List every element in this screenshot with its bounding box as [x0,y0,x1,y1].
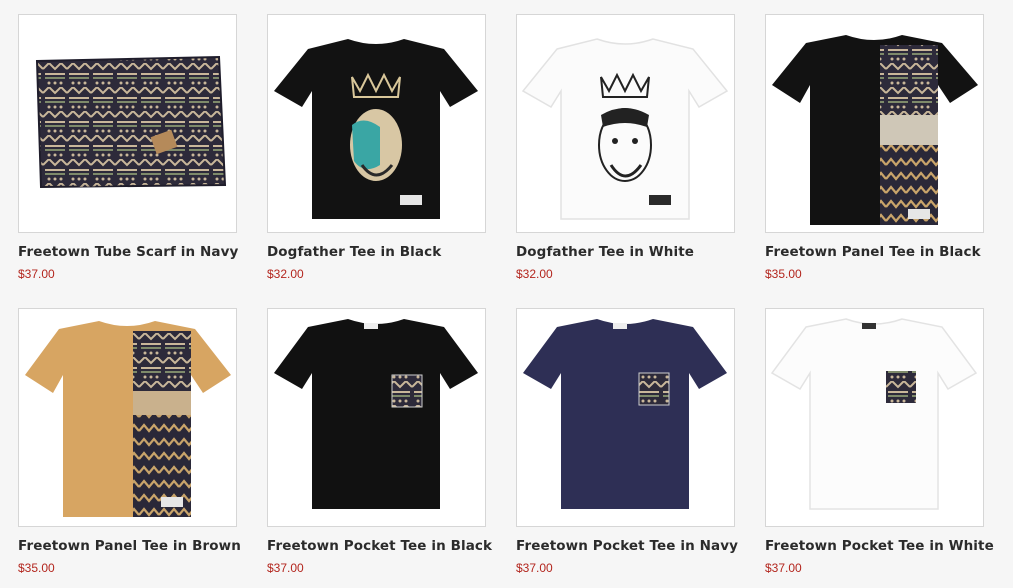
product-name[interactable]: Freetown Panel Tee in Brown [18,538,258,554]
product-name[interactable]: Freetown Panel Tee in Black [765,244,1005,260]
product-image-white-pocket-tee[interactable] [765,308,984,527]
product-image-scarf[interactable] [18,14,237,233]
product-image-black-tee[interactable] [267,14,486,233]
product-image-black-pocket-tee[interactable] [267,308,486,527]
product-image-navy-pocket-tee[interactable] [516,308,735,527]
product-image-white-tee[interactable] [516,14,735,233]
product-price: $37.00 [267,561,304,575]
product-name[interactable]: Dogfather Tee in White [516,244,756,260]
product-name[interactable]: Freetown Pocket Tee in Black [267,538,507,554]
product-price: $37.00 [18,267,55,281]
product-name[interactable]: Freetown Pocket Tee in White [765,538,1005,554]
product-image-brown-panel-tee[interactable] [18,308,237,527]
product-price: $35.00 [765,267,802,281]
product-price: $35.00 [18,561,55,575]
product-price: $37.00 [516,561,553,575]
product-image-black-panel-tee[interactable] [765,14,984,233]
product-price: $32.00 [267,267,304,281]
product-price: $32.00 [516,267,553,281]
product-name[interactable]: Dogfather Tee in Black [267,244,507,260]
product-name[interactable]: Freetown Tube Scarf in Navy [18,244,258,260]
product-price: $37.00 [765,561,802,575]
product-name[interactable]: Freetown Pocket Tee in Navy [516,538,756,554]
